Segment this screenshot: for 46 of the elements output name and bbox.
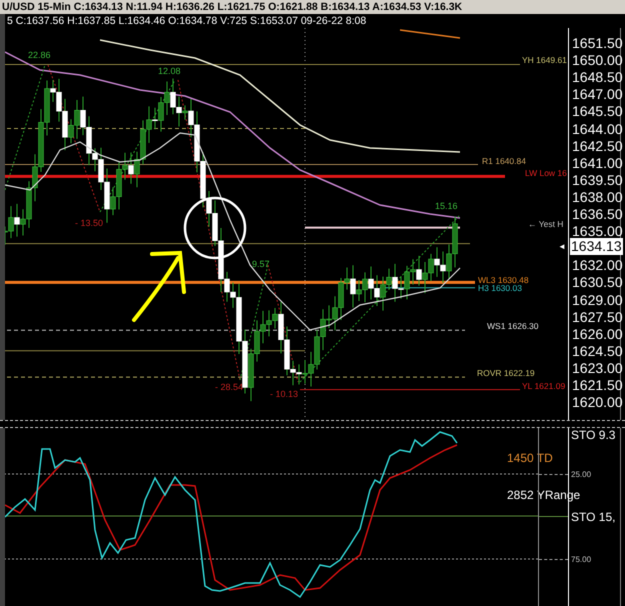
level-label: YL 1621.09 bbox=[522, 382, 566, 391]
circle-annotation bbox=[184, 196, 246, 260]
price-axis-label: 1651.50 bbox=[572, 35, 623, 51]
price-axis-label: 1644.00 bbox=[572, 120, 623, 136]
price-axis-label: 1635.00 bbox=[572, 223, 623, 240]
swing-label: - 28.54 bbox=[215, 382, 244, 392]
price-axis-label: 1629.00 bbox=[572, 292, 623, 308]
price-axis-label: 1626.00 bbox=[572, 326, 623, 342]
arrow-annotation bbox=[132, 251, 186, 322]
oscillator-title: STO 15, bbox=[571, 510, 616, 524]
price-axis-label: 1627.50 bbox=[572, 308, 623, 325]
level-label: YH 1649.61 bbox=[522, 56, 567, 65]
price-axis-label: 1632.00 bbox=[572, 257, 623, 274]
price-axis-label: 1624.50 bbox=[572, 342, 623, 359]
last-price-label: 1634.13 bbox=[570, 238, 623, 255]
level-label: H3 1630.03 bbox=[478, 284, 522, 293]
level-label: WL3 1630.48 bbox=[478, 276, 529, 285]
price-axis-label: 1641.00 bbox=[572, 154, 623, 171]
level-label: R1 1640.84 bbox=[482, 157, 526, 166]
swing-label: 12.08 bbox=[158, 66, 181, 76]
last-price-arrow: ◄ bbox=[558, 242, 566, 252]
swing-label: 15.16 bbox=[435, 201, 458, 211]
level-label: ROVR 1622.19 bbox=[477, 369, 535, 378]
price-axis-label: 1648.50 bbox=[572, 69, 623, 86]
price-axis-label: 1621.50 bbox=[572, 377, 623, 393]
level-label: ← Yest H bbox=[528, 220, 564, 229]
swing-label: 9.57 bbox=[252, 259, 270, 269]
oscillator-axis-label: 25.00 bbox=[571, 470, 592, 479]
price-axis-label: 1647.00 bbox=[572, 86, 623, 102]
quote-bar: U/USD 15-Min C:1634.13 N:11.94 H:1636.26 L:1621.75 O:1621.88 B:1634.13 A:1634.53 V:16.3K bbox=[0, 0, 625, 14]
price-axis-label: 1620.00 bbox=[572, 394, 623, 410]
price-axis-label: 1645.50 bbox=[572, 103, 623, 120]
swing-label: - 13.50 bbox=[75, 218, 104, 228]
price-axis-label: 1638.00 bbox=[572, 188, 623, 205]
price-axis-label: 1639.50 bbox=[572, 172, 623, 188]
oscillator-title: STO 9.3 bbox=[571, 428, 616, 442]
price-axis-label: 1650.00 bbox=[572, 52, 623, 68]
level-label: WS1 1626.30 bbox=[487, 322, 539, 331]
swing-label: - 10.13 bbox=[270, 389, 298, 399]
oscillator-axis-label: 75.00 bbox=[571, 555, 592, 564]
price-axis-label: 1623.00 bbox=[572, 360, 623, 376]
price-axis-label: 1630.50 bbox=[572, 274, 623, 290]
price-axis-label: 1642.50 bbox=[572, 138, 623, 154]
level-label: LW Low 16 bbox=[525, 169, 567, 178]
price-axis-label: 1636.50 bbox=[572, 206, 623, 222]
swing-label: 22.86 bbox=[28, 50, 51, 60]
